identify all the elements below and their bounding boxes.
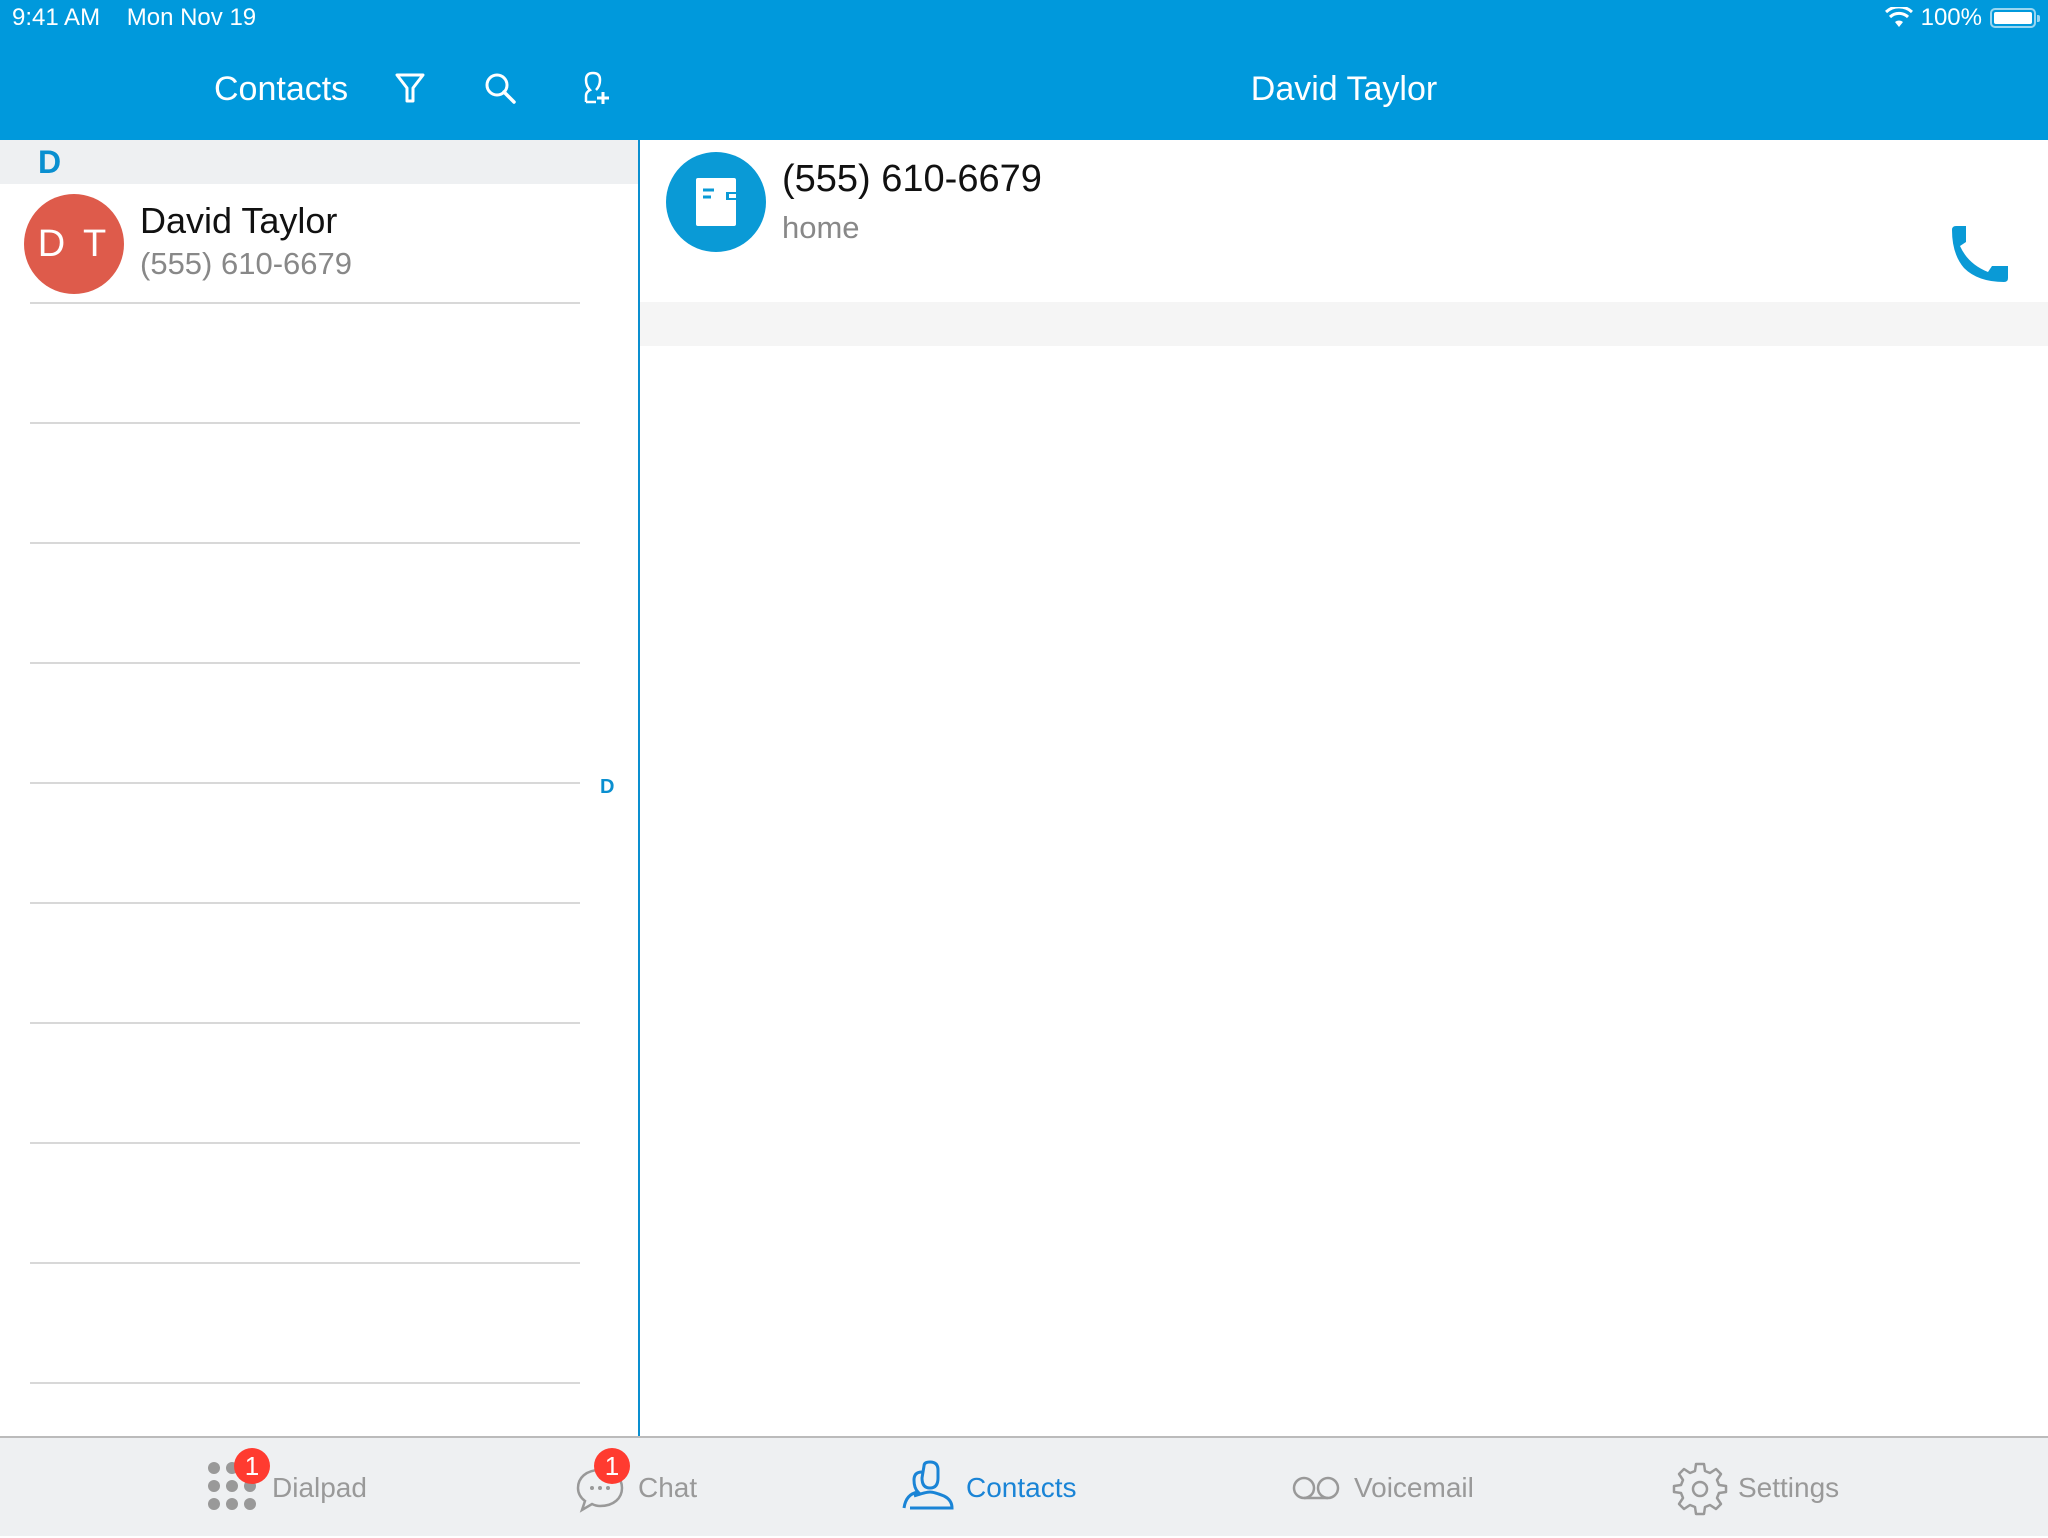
divider — [30, 902, 580, 904]
tab-label: Dialpad — [272, 1472, 367, 1503]
tab-bar: 1 Dialpad 1 Chat Contacts Voicemail Sett… — [0, 1436, 2048, 1536]
detail-title: David Taylor — [1250, 70, 1438, 108]
contact-detail: (555) 610-6679 home — [640, 140, 2048, 1436]
section-header-d: D — [0, 140, 638, 184]
status-bar-right: 100% — [1884, 4, 2040, 32]
battery-percent: 100% — [1920, 4, 1982, 31]
tab-label: Chat — [638, 1472, 698, 1503]
tab-contacts[interactable]: Contacts — [900, 1438, 1077, 1538]
add-contact-icon[interactable] — [576, 70, 612, 106]
filter-icon[interactable] — [392, 70, 428, 106]
tab-label: Contacts — [966, 1472, 1077, 1503]
divider — [30, 302, 580, 304]
voicemail-icon — [1292, 1476, 1340, 1500]
gear-icon — [1672, 1462, 1728, 1516]
top-bar: 9:41 AM Mon Nov 19 100% Contacts David T… — [0, 0, 2048, 140]
divider — [30, 542, 580, 544]
status-date: Mon Nov 19 — [126, 4, 257, 31]
divider — [30, 1262, 580, 1264]
index-letter-d[interactable]: D — [600, 776, 614, 799]
divider — [30, 1382, 580, 1384]
tab-chat[interactable]: 1 Chat — [572, 1438, 697, 1538]
detail-phone-number: (555) 610-6679 — [782, 158, 1042, 200]
chat-badge: 1 — [594, 1448, 630, 1484]
contacts-icon — [902, 1460, 954, 1510]
section-letter: D — [38, 144, 62, 180]
status-time: 9:41 AM — [12, 4, 101, 31]
phone-entry[interactable]: (555) 610-6679 home — [640, 140, 2048, 302]
tab-label: Voicemail — [1354, 1472, 1474, 1503]
phone-call-icon[interactable] — [1948, 222, 2012, 286]
section-gap — [640, 302, 2048, 346]
contact-name: David Taylor — [140, 200, 338, 241]
detail-phone-label: home — [782, 210, 860, 245]
address-book-icon — [666, 152, 766, 252]
battery-icon — [1990, 8, 2040, 28]
wifi-icon — [1884, 7, 1913, 27]
divider — [30, 782, 580, 784]
dialpad-badge: 1 — [234, 1448, 270, 1484]
contact-row-david-taylor[interactable]: D T David Taylor (555) 610-6679 — [0, 184, 638, 302]
status-bar-left: 9:41 AM Mon Nov 19 — [12, 4, 276, 32]
search-icon[interactable] — [482, 70, 518, 106]
contacts-title: Contacts — [214, 70, 349, 108]
tab-settings[interactable]: Settings — [1672, 1438, 1839, 1538]
tab-voicemail[interactable]: Voicemail — [1288, 1438, 1474, 1538]
divider — [30, 422, 580, 424]
tab-label: Settings — [1738, 1472, 1840, 1503]
contact-phone: (555) 610-6679 — [140, 246, 352, 281]
tab-dialpad[interactable]: 1 Dialpad — [206, 1438, 367, 1538]
avatar: D T — [24, 194, 124, 294]
divider — [30, 662, 580, 664]
divider — [30, 1022, 580, 1024]
contacts-list: D D T David Taylor (555) 610-6679 D — [0, 140, 640, 1436]
divider — [30, 1142, 580, 1144]
